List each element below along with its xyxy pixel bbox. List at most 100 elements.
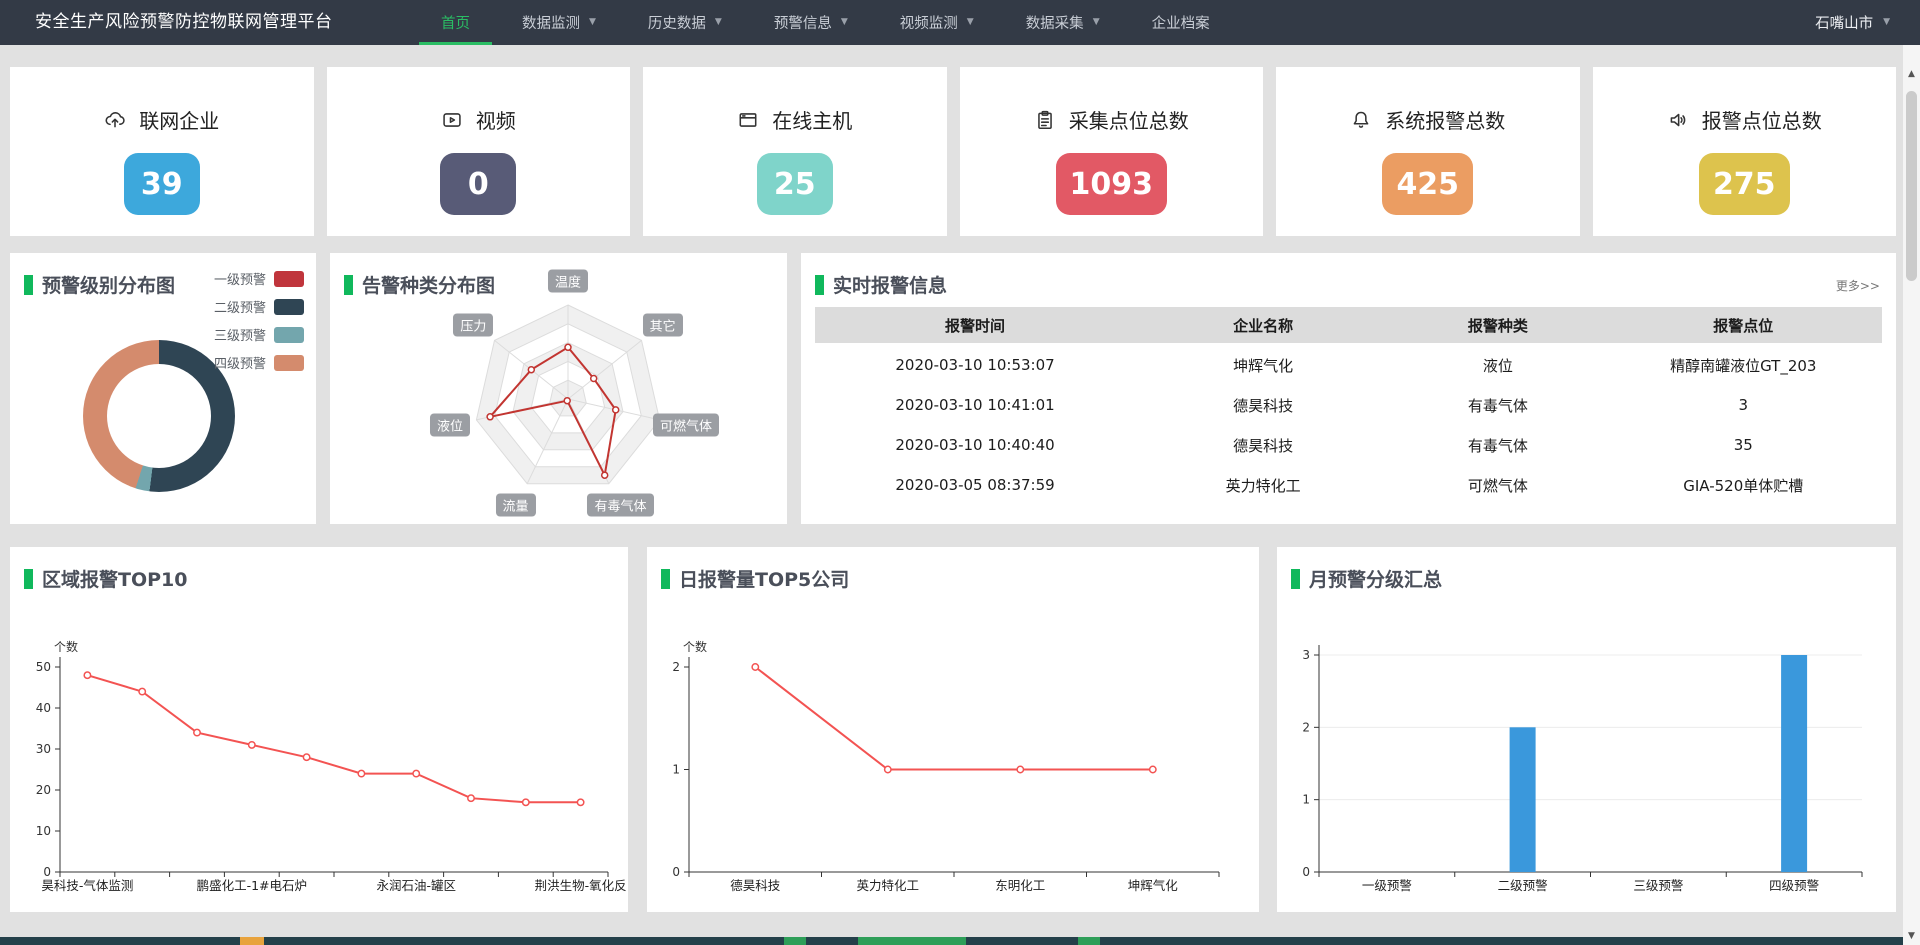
table-row[interactable]: 2020-03-10 10:40:40德昊科技有毒气体35 [815,425,1882,465]
nav-item-label: 视频监测 [900,12,958,33]
table-header-cell: 报警点位 [1605,315,1882,336]
svg-text:一级预警: 一级预警 [1362,878,1412,893]
panel-alarm-type: 告警种类分布图 温度其它可燃气体有毒气体流量液位压力 [330,253,787,524]
stat-card: 系统报警总数425 [1276,67,1580,236]
chevron-down-icon: ▼ [1093,18,1100,27]
table-row[interactable]: 2020-03-10 10:53:07坤辉气化液位精醇南罐液位GT_203 [815,345,1882,385]
title-accent [24,275,33,295]
legend-item[interactable]: 四级预警 [214,353,304,372]
panel-region-top10: 区域报警TOP10 个数01020304050昊科技-气体监测鹏盛化工-1#电石… [10,547,628,912]
radar-axis-label: 液位 [430,414,470,437]
footer-peek-block [858,937,966,945]
region-top10-chart: 个数01020304050昊科技-气体监测鹏盛化工-1#电石炉永润石油-罐区荆洪… [10,547,628,912]
nav-item-2[interactable]: 数据监测▼ [496,0,622,45]
radar-axis-label: 温度 [548,270,588,293]
scrollbar-thumb[interactable] [1906,91,1917,281]
title-accent [661,569,670,589]
table-row[interactable]: 2020-03-10 10:41:01德昊科技有毒气体3 [815,385,1882,425]
svg-text:2: 2 [1302,720,1310,734]
svg-text:东明化工: 东明化工 [995,878,1045,893]
nav-item-4[interactable]: 预警信息▼ [748,0,874,45]
table-cell: 有毒气体 [1391,395,1604,416]
stat-card: 在线主机25 [643,67,947,236]
legend-swatch [274,327,304,343]
more-link[interactable]: 更多>> [1836,277,1880,294]
nav-item-7[interactable]: 企业档案 [1126,0,1236,45]
table-cell: 德昊科技 [1135,395,1391,416]
table-header-cell: 报警种类 [1391,315,1604,336]
cloud-upload-icon [104,109,126,131]
legend-item[interactable]: 三级预警 [214,325,304,344]
footer-peek-block [1078,937,1100,945]
legend-item[interactable]: 二级预警 [214,297,304,316]
region-label: 石嘴山市 [1815,12,1873,33]
stat-head: 联网企业 [104,105,219,134]
svg-text:1: 1 [672,763,680,777]
stat-head: 系统报警总数 [1350,105,1505,134]
stat-label: 联网企业 [139,105,219,134]
stat-label: 报警点位总数 [1702,105,1822,134]
scroll-down-arrow-icon[interactable]: ▼ [1903,931,1920,941]
nav-item-6[interactable]: 数据采集▼ [1000,0,1126,45]
radar-axis-label: 有毒气体 [587,494,653,517]
svg-text:个数: 个数 [683,639,707,654]
radar-axis-label: 压力 [453,314,493,337]
nav-item-1[interactable]: 首页 [415,0,496,45]
panel-title: 月预警分级汇总 [1309,565,1442,592]
svg-text:30: 30 [36,742,51,756]
svg-text:四级预警: 四级预警 [1769,878,1819,893]
stat-label: 系统报警总数 [1385,105,1505,134]
footer-peek [0,937,1903,945]
pie-legend: 一级预警二级预警三级预警四级预警 [214,269,304,372]
nav-item-label: 数据监测 [522,12,580,33]
stat-label: 视频 [476,105,516,134]
radar-axis-label: 其它 [643,314,683,337]
svg-text:德昊科技: 德昊科技 [730,878,781,893]
svg-text:0: 0 [672,865,680,879]
nav-item-3[interactable]: 历史数据▼ [622,0,748,45]
footer-peek-block [240,937,264,945]
stats-row: 联网企业39视频0在线主机25采集点位总数1093系统报警总数425报警点位总数… [10,67,1896,236]
clipboard-icon [1034,109,1056,131]
stat-card: 报警点位总数275 [1593,67,1897,236]
nav-item-label: 首页 [441,12,470,33]
app-title: 安全生产风险预警防控物联网管理平台 [35,0,333,45]
stat-head: 视频 [441,105,516,134]
table-cell: 2020-03-10 10:41:01 [815,396,1135,414]
table-cell: 可燃气体 [1391,475,1604,496]
title-accent [344,275,353,295]
panel-title-row: 预警级别分布图 [24,271,175,298]
vertical-scrollbar: ▲ ▼ [1903,45,1920,945]
nav-item-5[interactable]: 视频监测▼ [874,0,1000,45]
legend-label: 一级预警 [214,269,266,288]
svg-text:2: 2 [672,660,680,674]
panel-title: 区域报警TOP10 [42,565,187,592]
title-accent [1291,569,1300,589]
nav-item-label: 企业档案 [1152,12,1210,33]
chevron-down-icon: ▼ [715,18,722,27]
panel-title: 实时报警信息 [833,271,947,298]
stat-card: 采集点位总数1093 [960,67,1264,236]
alarm-table: 报警时间企业名称报警种类报警点位 2020-03-10 10:53:07坤辉气化液… [815,307,1882,505]
title-accent [815,275,824,295]
stat-label: 在线主机 [772,105,852,134]
monthly-warning-svg: 0123一级预警二级预警三级预警四级预警 [1277,547,1896,912]
panel-title: 日报警量TOP5公司 [679,565,849,592]
legend-swatch [274,271,304,287]
daily-top5-svg: 个数012德昊科技英力特化工东明化工坤辉气化 [647,547,1259,912]
panel-realtime-alarms: 实时报警信息 更多>> 报警时间企业名称报警种类报警点位 2020-03-10 1… [801,253,1896,524]
table-header-cell: 企业名称 [1135,315,1391,336]
svg-text:荆洪生物-氧化反: 荆洪生物-氧化反 [535,878,627,893]
chevron-down-icon: ▼ [841,18,848,27]
panel-title-row: 区域报警TOP10 [24,565,187,592]
stat-head: 采集点位总数 [1034,105,1189,134]
legend-item[interactable]: 一级预警 [214,269,304,288]
table-row[interactable]: 2020-03-05 08:37:59英力特化工可燃气体GIA-520单体贮槽 [815,465,1882,505]
region-selector[interactable]: 石嘴山市 ▼ [1815,0,1890,45]
legend-label: 二级预警 [214,297,266,316]
table-cell: 精醇南罐液位GT_203 [1605,355,1882,376]
svg-text:坤辉气化: 坤辉气化 [1128,878,1179,893]
scroll-up-arrow-icon[interactable]: ▲ [1903,69,1920,79]
daily-top5-chart: 个数012德昊科技英力特化工东明化工坤辉气化 [647,547,1259,912]
table-header-cell: 报警时间 [815,315,1135,336]
